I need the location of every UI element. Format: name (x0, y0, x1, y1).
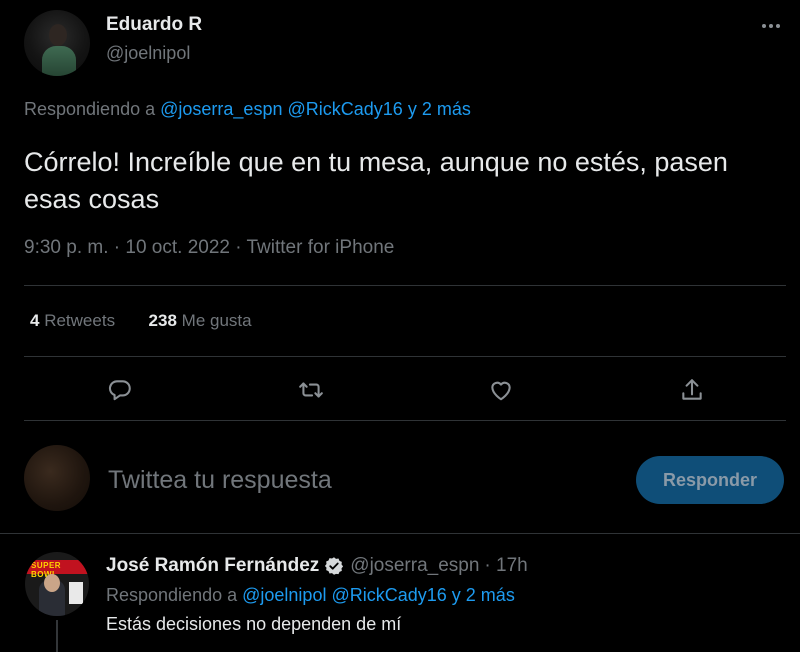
tweet-meta[interactable]: 9:30 p. m. · 10 oct. 2022 · Twitter for … (24, 237, 394, 259)
retweets-count[interactable]: 4 (30, 311, 39, 330)
verified-badge-icon (325, 557, 344, 575)
reply-action-button[interactable] (106, 376, 134, 404)
reply-input[interactable]: Twittea tu respuesta (108, 466, 332, 495)
more-mentions-link[interactable]: y 2 más (452, 585, 515, 605)
retweets-label[interactable]: Retweets (44, 311, 115, 330)
section-divider (0, 533, 800, 534)
reply-author-avatar[interactable]: SUPER BOWL (25, 552, 89, 616)
reply-tweet-text: Estás decisiones no dependen de mí (106, 614, 402, 634)
comment-icon (108, 380, 131, 401)
share-icon (682, 379, 702, 400)
reply-author-handle[interactable]: @joserra_espn (350, 555, 479, 577)
retweet-icon (299, 382, 323, 398)
divider (24, 420, 786, 421)
thread-line (56, 620, 58, 652)
likes-count[interactable]: 238 (149, 311, 177, 330)
reply-button[interactable]: Responder (636, 456, 784, 504)
reply-replying-to-line: Respondiendo a @joelnipol @RickCady16 y … (106, 585, 515, 606)
heart-icon (491, 381, 511, 401)
avatar-magazine (69, 582, 83, 604)
tweet-text: Córrelo! Increíble que en tu mesa, aunqu… (24, 147, 728, 214)
reply-header: José Ramón Fernández @joserra_espn · 17h (106, 555, 528, 577)
mention-link-rickcady[interactable]: @RickCady16 (331, 585, 446, 605)
replying-to-line: Respondiendo a @joserra_espn @RickCady16… (24, 99, 471, 120)
current-user-avatar (24, 445, 90, 511)
divider (24, 356, 786, 357)
divider (24, 285, 786, 286)
replying-prefix: Respondiendo a (106, 585, 238, 605)
more-options-icon[interactable] (762, 18, 786, 34)
likes-label[interactable]: Me gusta (182, 311, 252, 330)
avatar-face (44, 574, 60, 592)
avatar-banner-text: SUPER BOWL (31, 561, 62, 579)
mention-link-joserra[interactable]: @joserra_espn (160, 99, 282, 119)
mention-link-joelnipol[interactable]: @joelnipol (242, 585, 326, 605)
reply-author-name[interactable]: José Ramón Fernández (106, 555, 319, 577)
replying-prefix: Respondiendo a (24, 99, 156, 119)
share-action-button[interactable] (678, 376, 706, 404)
author-name[interactable]: Eduardo R (106, 14, 202, 36)
retweet-action-button[interactable] (297, 376, 325, 404)
more-mentions-link[interactable]: y 2 más (408, 99, 471, 119)
tweet-stats: 4 Retweets 238 Me gusta (30, 311, 252, 331)
author-avatar[interactable] (24, 10, 90, 76)
reply-timestamp[interactable]: · 17h (484, 555, 527, 577)
avatar-head (49, 24, 67, 46)
avatar-body (42, 46, 76, 76)
mention-link-rickcady[interactable]: @RickCady16 (287, 99, 402, 119)
like-action-button[interactable] (487, 376, 515, 404)
author-handle[interactable]: @joelnipol (106, 43, 190, 64)
